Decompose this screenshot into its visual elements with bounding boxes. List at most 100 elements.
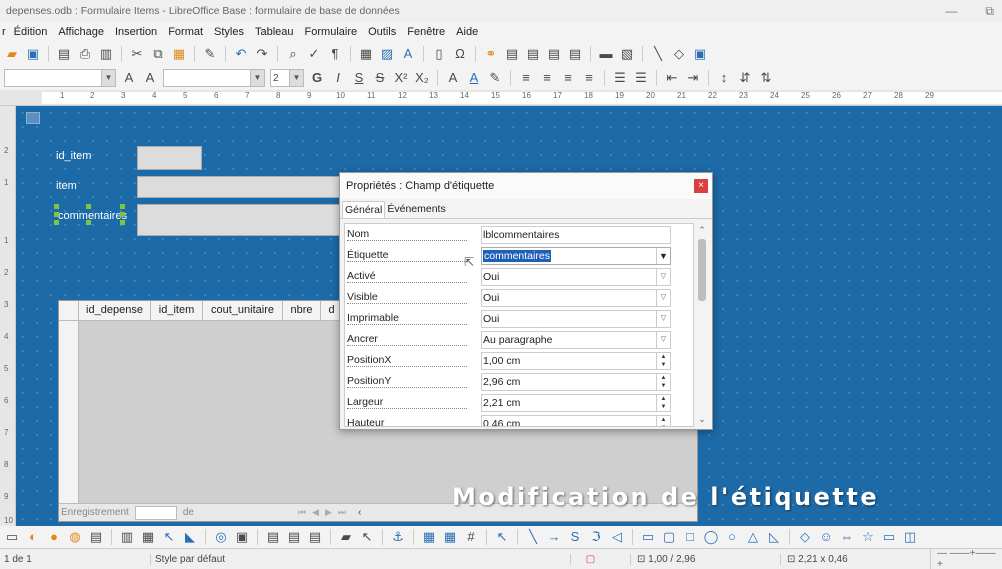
chevron-down-icon[interactable]: ▼ [289, 70, 303, 86]
selection-handle[interactable] [120, 204, 125, 209]
formatting-marks-icon[interactable]: ¶ [327, 46, 343, 62]
insert-image-icon[interactable]: ▨ [379, 46, 395, 62]
decrease-indent-icon[interactable]: ⇤ [664, 70, 680, 86]
endnote-icon[interactable]: ▤ [525, 46, 541, 62]
paste-special-icon[interactable]: ▭ [4, 529, 20, 545]
save-icon[interactable]: ▣ [25, 46, 41, 62]
activation-order-icon[interactable]: ▣ [234, 529, 250, 545]
label-item[interactable]: item [56, 180, 77, 192]
redo-icon[interactable]: ↷ [254, 46, 270, 62]
numbering-icon[interactable]: ☰ [633, 70, 649, 86]
menu-item-fenetre[interactable]: Fenêtre [407, 26, 445, 38]
menu-item-styles[interactable]: Styles [214, 26, 244, 38]
justify-icon[interactable]: ≡ [581, 70, 597, 86]
select-icon[interactable]: ↖ [161, 529, 177, 545]
selection-handle[interactable] [54, 204, 59, 209]
circle-draw-icon[interactable]: ○ [724, 529, 740, 545]
spin-arrows-icon[interactable]: ▲▼ [656, 395, 670, 411]
commentaires-field[interactable] [137, 204, 347, 236]
record-number-input[interactable] [134, 505, 177, 520]
copy-icon[interactable]: ⧉ [150, 46, 166, 62]
position-x-field[interactable]: 1,00 cm ▲ ▼ [481, 352, 671, 370]
last-record-icon[interactable]: ⏭ [338, 507, 346, 518]
page-break-icon[interactable]: ▯ [431, 46, 447, 62]
menu-item-aide[interactable]: Aide [456, 26, 478, 38]
form-design-icon[interactable]: ▣ [692, 46, 708, 62]
undo-icon[interactable]: ↶ [233, 46, 249, 62]
open-icon[interactable]: ▰ [4, 46, 20, 62]
line-draw-icon[interactable]: ╲ [525, 529, 541, 545]
zoom-slider[interactable]: — ——+—— + [930, 548, 1002, 569]
line-icon[interactable]: ╲ [650, 46, 666, 62]
insert-table-icon[interactable]: ▦ [358, 46, 374, 62]
track-changes-icon[interactable]: ▧ [619, 46, 635, 62]
scroll-left-icon[interactable]: ‹ [358, 507, 361, 518]
spin-arrows-icon[interactable]: ▲▼ [656, 353, 670, 369]
right-triangle-draw-icon[interactable]: ◺ [766, 529, 782, 545]
menu-item-edition[interactable]: Édition [14, 26, 48, 38]
clone-formatting-icon[interactable]: ✎ [202, 46, 218, 62]
column-header[interactable]: id_item [151, 301, 203, 320]
comment-icon[interactable]: ▬ [598, 46, 614, 62]
special-character-icon[interactable]: Ω [452, 46, 468, 62]
control-properties-icon[interactable]: ◍ [67, 529, 83, 545]
subscript-icon[interactable]: X₂ [414, 70, 430, 86]
basic-shapes-icon[interactable]: ◇ [671, 46, 687, 62]
label-id-item[interactable]: id_item [56, 150, 91, 162]
ellipse-draw-icon[interactable]: ◯ [703, 529, 719, 545]
font-color-icon[interactable]: A [466, 70, 482, 86]
previous-record-icon[interactable]: ◀ [312, 507, 319, 518]
vertical-ruler[interactable]: 2 1 1 2 3 4 5 6 7 8 9 10 [0, 106, 16, 526]
properties-scrollbar[interactable]: ⌃ ⌄ [695, 225, 709, 425]
highlight-icon[interactable]: ✎ [487, 70, 503, 86]
font-size-combo[interactable]: 2 ▼ [270, 69, 304, 87]
scroll-up-icon[interactable]: ⌃ [695, 225, 709, 236]
chevron-down-icon[interactable]: ▽ [656, 332, 670, 348]
hyperlink-icon[interactable]: ⚭ [483, 46, 499, 62]
label-text-field[interactable]: commentaires ▼ [481, 247, 671, 265]
page-style-status[interactable]: Style par défaut [150, 553, 340, 565]
line-spacing-icon[interactable]: ↕ [716, 70, 732, 86]
item-field[interactable] [137, 176, 347, 198]
tab-evenements[interactable]: Événements [385, 201, 447, 218]
minimize-icon[interactable]: — [945, 4, 957, 19]
block-arrows-icon[interactable]: ⇔ [839, 529, 855, 545]
align-center-icon[interactable]: ≡ [539, 70, 555, 86]
printable-select[interactable]: Oui ▽ [481, 310, 671, 328]
selection-handle[interactable] [86, 220, 91, 225]
form-properties-icon[interactable]: ▤ [88, 529, 104, 545]
new-style-icon[interactable]: A [142, 70, 158, 86]
tab-general[interactable]: Général [342, 201, 386, 218]
font-name-combo[interactable]: ▼ [163, 69, 265, 87]
strikethrough-icon[interactable]: S [372, 70, 388, 86]
automatic-control-focus-icon[interactable]: ↖ [359, 529, 375, 545]
scrollbar-thumb[interactable] [698, 239, 706, 301]
position-y-field[interactable]: 2,96 cm ▲ ▼ [481, 373, 671, 391]
callouts-icon[interactable]: ▭ [881, 529, 897, 545]
selection-handle[interactable] [120, 220, 125, 225]
rounded-rectangle-draw-icon[interactable]: ▢ [661, 529, 677, 545]
chevron-down-icon[interactable]: ▽ [656, 269, 670, 285]
menu-item-insertion[interactable]: Insertion [115, 26, 157, 38]
menu-item-cut[interactable]: r [2, 26, 6, 38]
export-pdf-icon[interactable]: ▤ [56, 46, 72, 62]
visible-select[interactable]: Oui ▽ [481, 289, 671, 307]
align-left-icon[interactable]: ≡ [518, 70, 534, 86]
italic-icon[interactable]: I [330, 70, 346, 86]
decrease-spacing-icon[interactable]: ⇅ [758, 70, 774, 86]
curve-draw-icon[interactable]: S [567, 529, 583, 545]
menu-item-tableau[interactable]: Tableau [255, 26, 294, 38]
add-field-icon[interactable]: ▦ [140, 529, 156, 545]
selection-handle[interactable] [54, 212, 59, 217]
anchor-toolbar-icon[interactable]: ⚓ [390, 529, 406, 545]
bold-icon[interactable]: G [309, 70, 325, 86]
snap-to-grid-icon[interactable]: ▦ [442, 529, 458, 545]
selection-handle[interactable] [86, 204, 91, 209]
spelling-icon[interactable]: ✓ [306, 46, 322, 62]
paragraph-style-combo[interactable]: ▼ [4, 69, 116, 87]
chevron-down-icon[interactable]: ▼ [656, 248, 670, 264]
name-field[interactable]: lblcommentaires [481, 226, 671, 244]
combo-box-control-icon[interactable]: ▤ [307, 529, 323, 545]
triangle-draw-icon[interactable]: △ [745, 529, 761, 545]
anchor-select[interactable]: Au paragraphe ▽ [481, 331, 671, 349]
